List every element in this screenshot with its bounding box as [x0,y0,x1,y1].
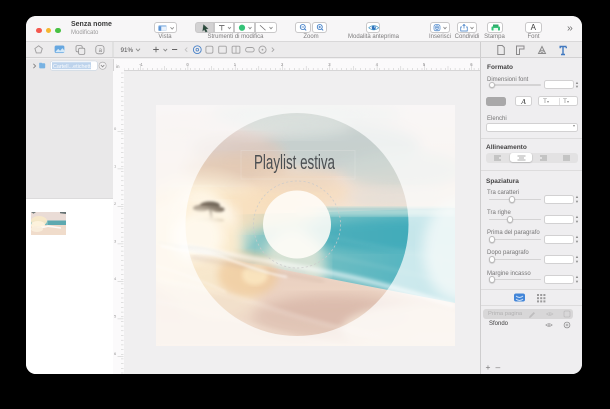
svg-text:3: 3 [114,239,117,244]
svg-text:Cartell...etichetta: Cartell...etichetta [53,64,93,70]
svg-text:6: 6 [470,62,473,67]
svg-text:6: 6 [114,351,117,356]
svg-text:5: 5 [114,314,117,319]
svg-text:0: 0 [186,62,189,67]
svg-text:1: 1 [234,62,237,67]
svg-text:-1: -1 [139,62,143,67]
svg-text:4: 4 [114,276,117,281]
svg-text:1: 1 [114,164,117,169]
svg-text:0: 0 [114,126,117,131]
svg-text:91%: 91% [121,47,134,54]
svg-text:Playlist estiva: Playlist estiva [254,152,336,174]
svg-text:4: 4 [376,62,379,67]
svg-text:5: 5 [423,62,426,67]
svg-text:a: a [99,48,103,54]
svg-text:2: 2 [281,62,284,67]
svg-text:3: 3 [328,62,331,67]
svg-text:2: 2 [114,201,117,206]
